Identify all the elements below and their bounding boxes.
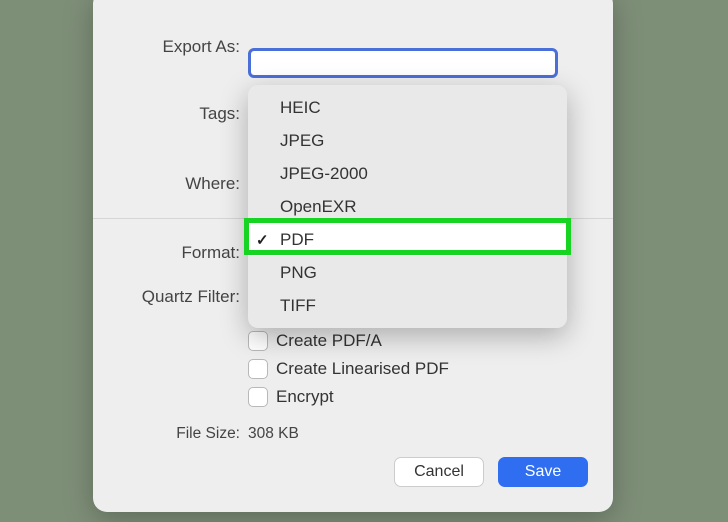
format-option-jpeg[interactable]: JPEG: [248, 124, 567, 157]
format-option-label: JPEG: [280, 131, 324, 151]
export-row: Export As:: [93, 10, 613, 84]
dialog-buttons: Cancel Save: [394, 457, 588, 487]
format-option-heic[interactable]: HEIC: [248, 91, 567, 124]
format-option-pdf[interactable]: ✓ PDF: [248, 223, 567, 256]
create-pdfa-label: Create PDF/A: [276, 331, 382, 351]
export-as-input[interactable]: [248, 48, 558, 78]
checkmark-icon: ✓: [256, 231, 269, 249]
file-size-label: File Size:: [93, 425, 248, 443]
file-size-row: File Size: 308 KB: [93, 425, 613, 443]
create-linearised-label: Create Linearised PDF: [276, 359, 449, 379]
format-option-label: OpenEXR: [280, 197, 357, 217]
create-linearised-checkbox[interactable]: [248, 359, 268, 379]
file-size-value: 308 KB: [248, 425, 299, 443]
encrypt-label: Encrypt: [276, 387, 334, 407]
encrypt-checkbox[interactable]: [248, 387, 268, 407]
format-option-png[interactable]: PNG: [248, 256, 567, 289]
format-dropdown[interactable]: HEIC JPEG JPEG-2000 OpenEXR ✓ PDF PNG TI…: [248, 85, 567, 328]
quartz-filter-label: Quartz Filter:: [93, 287, 248, 307]
where-label: Where:: [93, 174, 248, 194]
options-group: Create PDF/A Create Linearised PDF Encry…: [248, 327, 613, 411]
cancel-button[interactable]: Cancel: [394, 457, 484, 487]
format-option-jpeg2000[interactable]: JPEG-2000: [248, 157, 567, 190]
format-option-label: HEIC: [280, 98, 321, 118]
format-option-openexr[interactable]: OpenEXR: [248, 190, 567, 223]
format-option-tiff[interactable]: TIFF: [248, 289, 567, 322]
format-option-label: TIFF: [280, 296, 316, 316]
create-pdfa-checkbox[interactable]: [248, 331, 268, 351]
format-option-label: PNG: [280, 263, 317, 283]
export-as-label: Export As:: [93, 37, 248, 57]
save-button[interactable]: Save: [498, 457, 588, 487]
create-pdfa-row: Create PDF/A: [248, 327, 613, 355]
format-option-label: JPEG-2000: [280, 164, 368, 184]
format-label: Format:: [93, 243, 248, 263]
format-option-label: PDF: [280, 230, 314, 250]
create-linearised-row: Create Linearised PDF: [248, 355, 613, 383]
encrypt-row: Encrypt: [248, 383, 613, 411]
tags-label: Tags:: [93, 104, 248, 124]
